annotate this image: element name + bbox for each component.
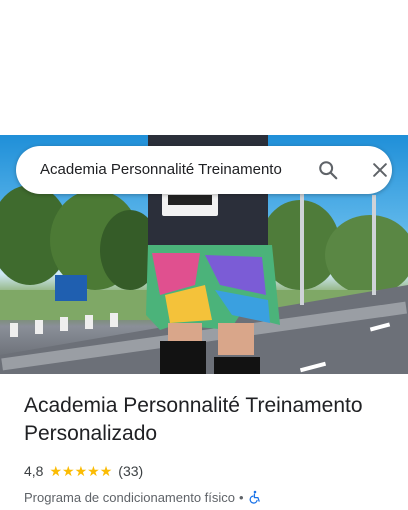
place-info-panel: Academia Personnalité Treinamento Person… (24, 392, 394, 506)
separator-dot: • (239, 489, 244, 505)
place-title[interactable]: Academia Personnalité Treinamento Person… (24, 392, 394, 448)
category-row: Programa de condicionamento físico • (24, 488, 394, 506)
blank-header-area (0, 0, 408, 135)
search-bar[interactable]: Academia Personnalité Treinamento (16, 146, 392, 194)
star-icon: ★ (74, 463, 88, 479)
star-icon: ★ (99, 463, 113, 479)
star-icon: ★ (87, 463, 100, 479)
star-icon: ★ (49, 463, 63, 479)
star-icon: ★ (62, 463, 75, 479)
close-icon[interactable] (366, 156, 394, 184)
search-input[interactable]: Academia Personnalité Treinamento (40, 146, 282, 194)
rating-value: 4,8 (24, 463, 44, 479)
rating-row[interactable]: 4,8 ★ ★ ★ ★ ★ (33) (24, 462, 394, 480)
star-rating: ★ ★ ★ ★ ★ (49, 464, 112, 478)
wheelchair-accessible-icon (248, 490, 262, 504)
search-icon[interactable] (314, 156, 342, 184)
place-category: Programa de condicionamento físico (24, 489, 236, 505)
review-count[interactable]: (33) (118, 463, 143, 479)
